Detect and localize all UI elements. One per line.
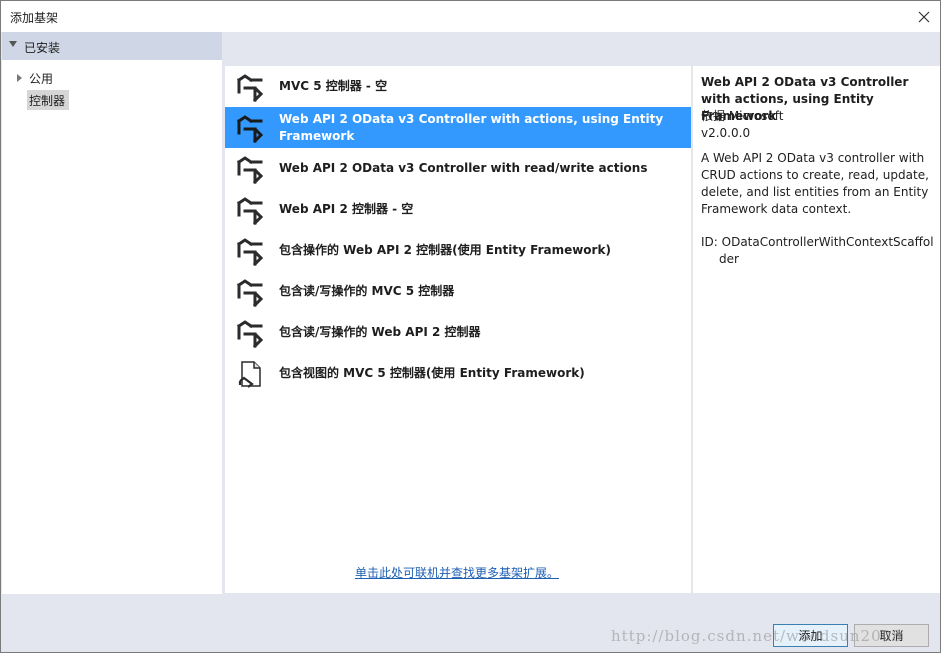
template-item[interactable]: 包含读/写操作的 MVC 5 控制器 — [225, 271, 691, 312]
detail-version: v2.0.0.0 — [701, 126, 751, 140]
installed-label: 已安装 — [24, 41, 61, 55]
controller-icon — [236, 115, 264, 143]
template-item[interactable]: MVC 5 控制器 - 空 — [225, 66, 691, 107]
cancel-button[interactable]: 取消 — [854, 624, 929, 647]
template-item[interactable]: 包含操作的 Web API 2 控制器(使用 Entity Framework) — [225, 230, 691, 271]
find-more-scaffolders-link[interactable]: 单击此处可联机并查找更多基架扩展。 — [355, 564, 559, 581]
close-icon — [918, 11, 930, 22]
controller-icon — [236, 279, 264, 307]
controller-icon — [236, 197, 264, 225]
category-tree: 已安装 公用 控制器 — [2, 32, 222, 594]
template-label: 包含操作的 Web API 2 控制器(使用 Entity Framework) — [279, 243, 611, 257]
template-label: 包含视图的 MVC 5 控制器(使用 Entity Framework) — [279, 366, 585, 380]
document-controller-icon — [238, 361, 261, 388]
template-label: MVC 5 控制器 - 空 — [279, 79, 388, 93]
add-button[interactable]: 添加 — [773, 624, 848, 647]
template-label: Web API 2 控制器 - 空 — [279, 202, 414, 216]
window-title: 添加基架 — [10, 11, 59, 25]
template-label: 包含读/写操作的 MVC 5 控制器 — [279, 284, 455, 298]
controller-icon — [236, 238, 264, 266]
template-item[interactable]: Web API 2 控制器 - 空 — [225, 189, 691, 230]
add-scaffold-dialog: 添加基架 已安装 公用 控制器 MVC 5 控制器 - 空 Web API 2 … — [0, 0, 941, 653]
installed-header[interactable]: 已安装 — [2, 32, 222, 60]
collapse-arrow-icon — [9, 41, 17, 47]
template-item[interactable]: Web API 2 OData v3 Controller with read/… — [225, 148, 691, 189]
template-item[interactable]: 包含视图的 MVC 5 控制器(使用 Entity Framework) — [225, 353, 691, 394]
expand-arrow-icon[interactable] — [17, 74, 22, 82]
detail-panel: Web API 2 OData v3 Controller with actio… — [692, 66, 940, 593]
tree-item-controller[interactable]: 控制器 — [29, 92, 65, 109]
title-bar: 添加基架 — [1, 1, 940, 32]
template-item-selected[interactable]: Web API 2 OData v3 Controller with actio… — [225, 107, 691, 148]
close-button[interactable] — [908, 1, 940, 32]
detail-author: 依据 Microsoft — [701, 109, 784, 123]
template-label: Web API 2 OData v3 Controller with read/… — [279, 161, 648, 175]
detail-description: A Web API 2 OData v3 controller with CRU… — [701, 151, 929, 216]
template-label: Web API 2 OData v3 Controller with actio… — [279, 112, 664, 143]
controller-icon — [236, 74, 264, 102]
controller-icon — [236, 156, 264, 184]
detail-id: ID: ODataControllerWithContextScaffolder — [701, 235, 934, 266]
controller-icon — [236, 320, 264, 348]
tree-item-common[interactable]: 公用 — [29, 70, 53, 87]
template-item[interactable]: 包含读/写操作的 Web API 2 控制器 — [225, 312, 691, 353]
template-list: MVC 5 控制器 - 空 Web API 2 OData v3 Control… — [225, 66, 691, 593]
template-label: 包含读/写操作的 Web API 2 控制器 — [279, 325, 481, 339]
